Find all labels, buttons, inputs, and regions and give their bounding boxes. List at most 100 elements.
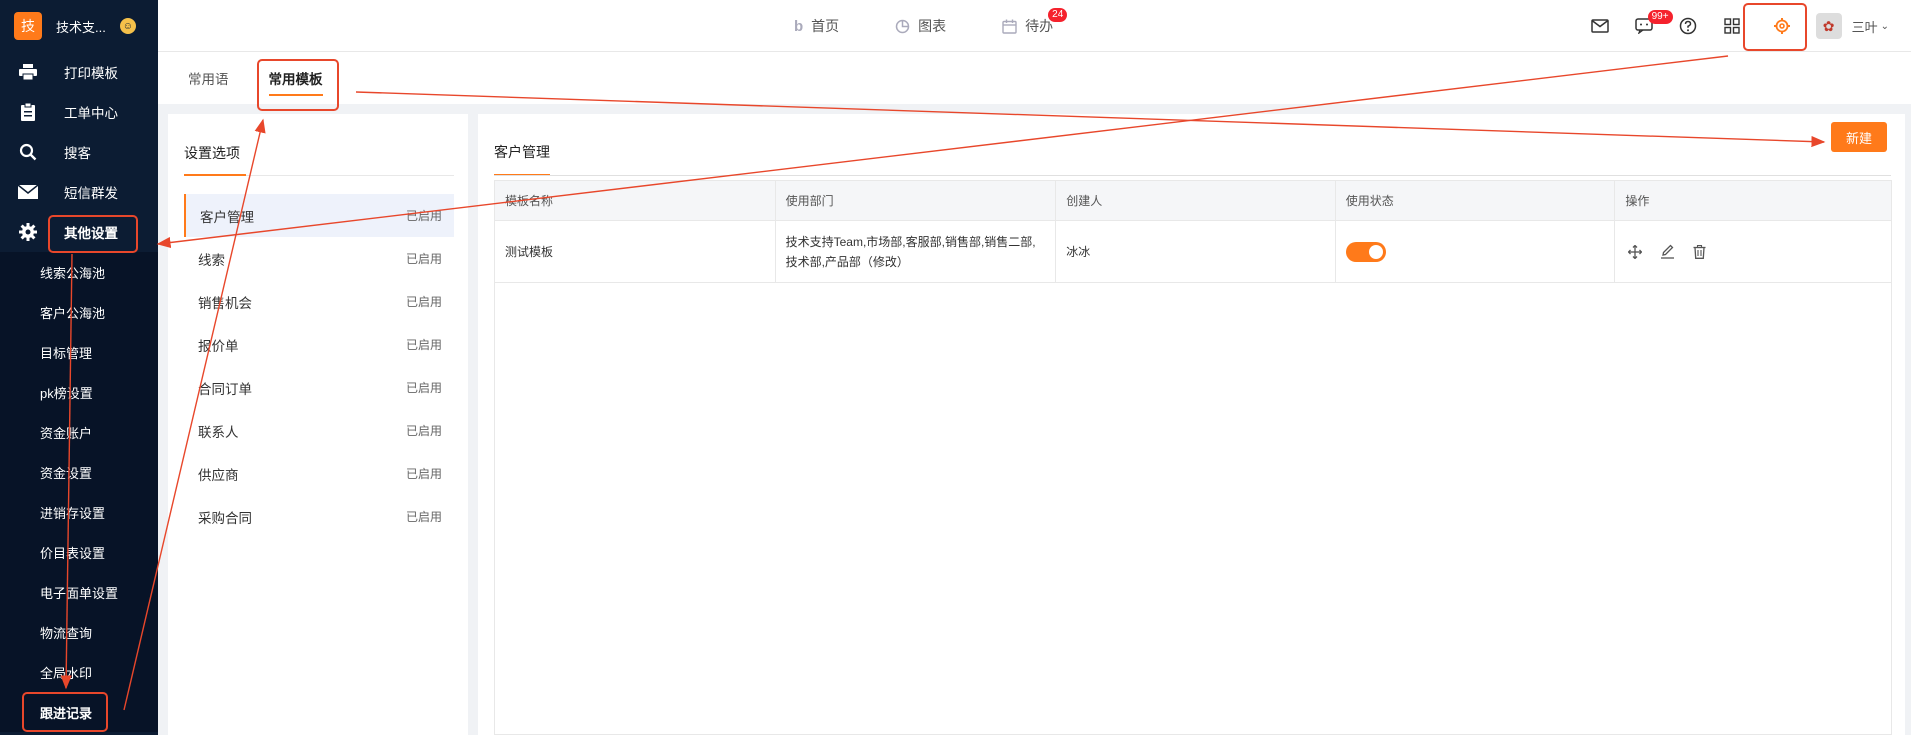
tab-common-templates[interactable]: 常用模板 bbox=[268, 52, 323, 104]
submenu-other-settings: 线索公海池 客户公海池 目标管理 pk榜设置 资金账户 资金设置 进销存设置 价… bbox=[0, 252, 158, 732]
settings-gear-icon[interactable] bbox=[1754, 0, 1810, 52]
template-table: 模板名称 使用部门 创建人 使用状态 操作 测试模板 技术支持Team,市场部,… bbox=[494, 180, 1892, 735]
table-row: 测试模板 技术支持Team,市场部,客服部,销售部,销售二部, 技术部,产品部（… bbox=[495, 221, 1891, 283]
settings-item-status: 已启用 bbox=[405, 381, 442, 395]
chat-icon[interactable]: 99+ bbox=[1622, 0, 1673, 52]
submenu-item-lead-pool[interactable]: 线索公海池 bbox=[0, 252, 158, 292]
move-icon[interactable] bbox=[1625, 242, 1645, 262]
home-b-icon: b bbox=[794, 17, 804, 35]
calendar-icon bbox=[1002, 19, 1017, 34]
apps-grid-icon[interactable] bbox=[1710, 0, 1754, 52]
settings-item-status: 已启用 bbox=[405, 252, 442, 266]
search-icon bbox=[18, 142, 38, 162]
departments-line: 技术支持Team,市场部,客服部,销售部,销售二部, bbox=[785, 234, 1036, 249]
sub-tabs: 常用语 常用模板 bbox=[158, 52, 1911, 104]
sidebar-item-other-settings[interactable]: 其他设置 bbox=[0, 212, 158, 252]
template-name: 测试模板 bbox=[495, 221, 776, 282]
departments-cell: 技术支持Team,市场部,客服部,销售部,销售二部, 技术部,产品部（修改） bbox=[776, 221, 1057, 282]
submenu-item-goal-management[interactable]: 目标管理 bbox=[0, 332, 158, 372]
enabled-toggle[interactable] bbox=[1345, 241, 1386, 262]
todo-badge: 24 bbox=[1048, 8, 1068, 22]
nav-todo[interactable]: 待办 24 bbox=[1002, 8, 1068, 36]
user-name: 三叶 bbox=[1851, 19, 1878, 35]
nav-charts[interactable]: 图表 bbox=[895, 16, 946, 36]
settings-item-label: 联系人 bbox=[198, 424, 239, 440]
sidebar-item-ticket-center[interactable]: 工单中心 bbox=[0, 92, 158, 132]
printer-icon bbox=[18, 62, 38, 82]
settings-item-label: 线索 bbox=[198, 252, 225, 268]
sidebar: 技 技术支... ☺ 打印模板 工单中心 搜客 短信群发 其他设置 线索公海池 … bbox=[0, 0, 158, 735]
nav-home[interactable]: b 首页 bbox=[794, 16, 839, 36]
avatar[interactable]: ✿ bbox=[1815, 13, 1842, 39]
table-header: 模板名称 使用部门 创建人 使用状态 操作 bbox=[495, 180, 1891, 221]
sidebar-item-print-template[interactable]: 打印模板 bbox=[0, 52, 158, 92]
submenu-item-global-watermark[interactable]: 全局水印 bbox=[0, 652, 158, 692]
sidebar-item-sms-broadcast[interactable]: 短信群发 bbox=[0, 172, 158, 212]
settings-item-leads[interactable]: 线索 已启用 bbox=[184, 237, 454, 280]
chevron-down-icon: ⌄ bbox=[1880, 20, 1889, 32]
tab-customer-management[interactable]: 客户管理 bbox=[494, 130, 550, 176]
gear-icon bbox=[18, 222, 38, 242]
submenu-item-fund-account[interactable]: 资金账户 bbox=[0, 412, 158, 452]
tab-common-phrases[interactable]: 常用语 bbox=[188, 52, 229, 104]
user-menu[interactable]: 三叶 ⌄ bbox=[1852, 17, 1889, 36]
mail-icon[interactable] bbox=[1578, 0, 1622, 52]
column-header: 操作 bbox=[1625, 194, 1650, 208]
creator: 冰冰 bbox=[1056, 221, 1336, 282]
settings-item-customer-management[interactable]: 客户管理 已启用 bbox=[184, 194, 454, 237]
status-cell bbox=[1336, 221, 1616, 282]
new-template-button[interactable]: 新建 bbox=[1831, 122, 1887, 152]
smile-icon[interactable]: ☺ bbox=[119, 18, 136, 34]
sidebar-item-label: 搜客 bbox=[64, 146, 91, 161]
delete-icon[interactable] bbox=[1689, 242, 1709, 262]
settings-item-status: 已启用 bbox=[405, 338, 442, 352]
settings-item-label: 合同订单 bbox=[198, 381, 252, 397]
sidebar-item-search-customer[interactable]: 搜客 bbox=[0, 132, 158, 172]
template-panel: 客户管理 新建 模板名称 使用部门 创建人 使用状态 操作 测试模板 技术支持T… bbox=[478, 114, 1905, 735]
submenu-item-fund-settings[interactable]: 资金设置 bbox=[0, 452, 158, 492]
top-bar: b 首页 图表 待办 24 99+ ✿ 三叶 ⌄ bbox=[158, 0, 1911, 52]
nav-charts-label: 图表 bbox=[918, 18, 947, 34]
top-nav: b 首页 图表 待办 24 bbox=[794, 0, 1109, 52]
departments-line: 技术部,产品部（修改） bbox=[785, 254, 909, 269]
sidebar-item-label: 短信群发 bbox=[64, 186, 118, 201]
column-header: 使用状态 bbox=[1336, 180, 1616, 221]
brand-logo: 技 bbox=[14, 12, 42, 40]
mail-icon bbox=[18, 182, 38, 202]
submenu-item-follow-up-records[interactable]: 跟进记录 bbox=[0, 692, 158, 732]
column-header: 创建人 bbox=[1056, 180, 1336, 221]
submenu-item-e-waybill[interactable]: 电子面单设置 bbox=[0, 572, 158, 612]
submenu-item-customer-pool[interactable]: 客户公海池 bbox=[0, 292, 158, 332]
settings-item-contract-order[interactable]: 合同订单 已启用 bbox=[184, 366, 454, 409]
submenu-item-logistics-query[interactable]: 物流查询 bbox=[0, 612, 158, 652]
settings-item-status: 已启用 bbox=[405, 295, 442, 309]
column-header: 使用部门 bbox=[776, 180, 1057, 221]
settings-item-label: 销售机会 bbox=[198, 295, 252, 311]
top-tools: 99+ ✿ 三叶 ⌄ bbox=[1578, 0, 1911, 52]
edit-icon[interactable] bbox=[1657, 242, 1677, 262]
column-header: 模板名称 bbox=[495, 180, 776, 221]
submenu-item-pk-ranking[interactable]: pk榜设置 bbox=[0, 372, 158, 412]
settings-item-sales-opportunity[interactable]: 销售机会 已启用 bbox=[184, 280, 454, 323]
settings-item-status: 已启用 bbox=[405, 424, 442, 438]
settings-item-quotation[interactable]: 报价单 已启用 bbox=[184, 323, 454, 366]
settings-item-status: 已启用 bbox=[405, 209, 442, 223]
settings-item-contacts[interactable]: 联系人 已启用 bbox=[184, 409, 454, 452]
settings-item-supplier[interactable]: 供应商 已启用 bbox=[184, 452, 454, 495]
settings-item-purchase-contract[interactable]: 采购合同 已启用 bbox=[184, 495, 454, 538]
submenu-item-inventory-settings[interactable]: 进销存设置 bbox=[0, 492, 158, 532]
sidebar-item-label: 工单中心 bbox=[64, 106, 118, 121]
settings-item-label: 供应商 bbox=[198, 467, 239, 483]
brand-name: 技术支... bbox=[56, 19, 106, 35]
settings-item-label: 客户管理 bbox=[200, 209, 254, 225]
settings-options-title: 设置选项 bbox=[184, 130, 454, 176]
submenu-item-price-list[interactable]: 价目表设置 bbox=[0, 532, 158, 572]
settings-item-status: 已启用 bbox=[405, 467, 442, 481]
sidebar-item-label: 其他设置 bbox=[64, 226, 118, 241]
settings-item-label: 采购合同 bbox=[198, 510, 252, 526]
actions-cell bbox=[1615, 221, 1891, 282]
help-icon[interactable] bbox=[1666, 0, 1710, 52]
nav-home-label: 首页 bbox=[811, 18, 840, 34]
pie-chart-icon bbox=[895, 19, 910, 34]
brand[interactable]: 技 技术支... ☺ bbox=[0, 0, 158, 52]
